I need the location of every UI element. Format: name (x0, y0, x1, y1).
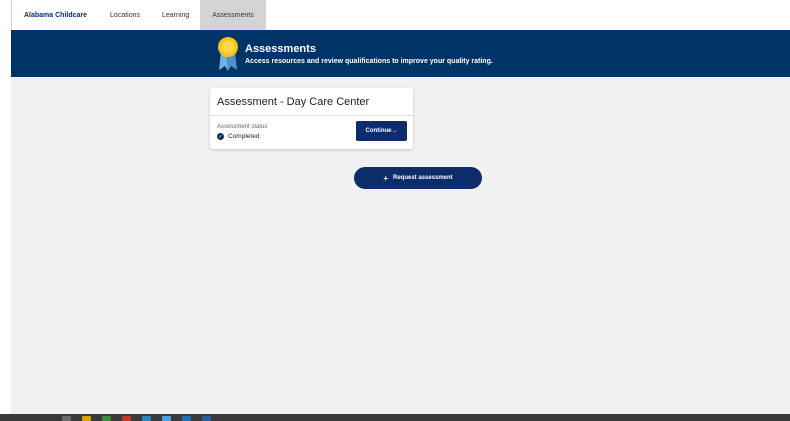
award-medal-icon (218, 37, 238, 71)
assessment-status-label: Assessment status (217, 124, 268, 130)
card-divider (210, 115, 413, 116)
banner-title: Assessments (245, 43, 316, 55)
taskbar-app-icon[interactable] (142, 416, 151, 421)
continue-button[interactable]: Continue→ (356, 121, 407, 141)
taskbar-app-icon[interactable] (202, 416, 211, 421)
os-taskbar (0, 414, 790, 421)
taskbar-app-icon[interactable] (102, 416, 111, 421)
assessment-status-row: ✓ Completed (217, 133, 259, 140)
taskbar-app-icon[interactable] (182, 416, 191, 421)
taskbar-app-icon[interactable] (82, 416, 91, 421)
taskbar-app-icon[interactable] (162, 416, 171, 421)
taskbar-app-icon[interactable] (122, 416, 131, 421)
check-circle-icon: ✓ (217, 133, 224, 140)
assessment-card: Assessment - Day Care Center Assessment … (210, 88, 413, 149)
brand-logo-text[interactable]: Alabama Childcare (0, 0, 99, 30)
nav-item-learning[interactable]: Learning (151, 0, 200, 30)
nav-item-assessments[interactable]: Assessments (200, 0, 266, 30)
assessment-card-title: Assessment - Day Care Center (217, 96, 370, 108)
request-assessment-label: Request assessment (392, 175, 453, 181)
assessment-status-value: Completed (228, 133, 260, 140)
plus-icon: + (383, 173, 388, 183)
banner-subtitle: Access resources and review qualificatio… (245, 58, 493, 65)
page-banner (11, 30, 790, 77)
request-assessment-button[interactable]: + Request assessment (354, 167, 482, 189)
top-navigation: Alabama Childcare Locations Learning Ass… (0, 0, 790, 30)
taskbar-app-icon[interactable] (62, 416, 71, 421)
nav-item-locations[interactable]: Locations (99, 0, 151, 30)
